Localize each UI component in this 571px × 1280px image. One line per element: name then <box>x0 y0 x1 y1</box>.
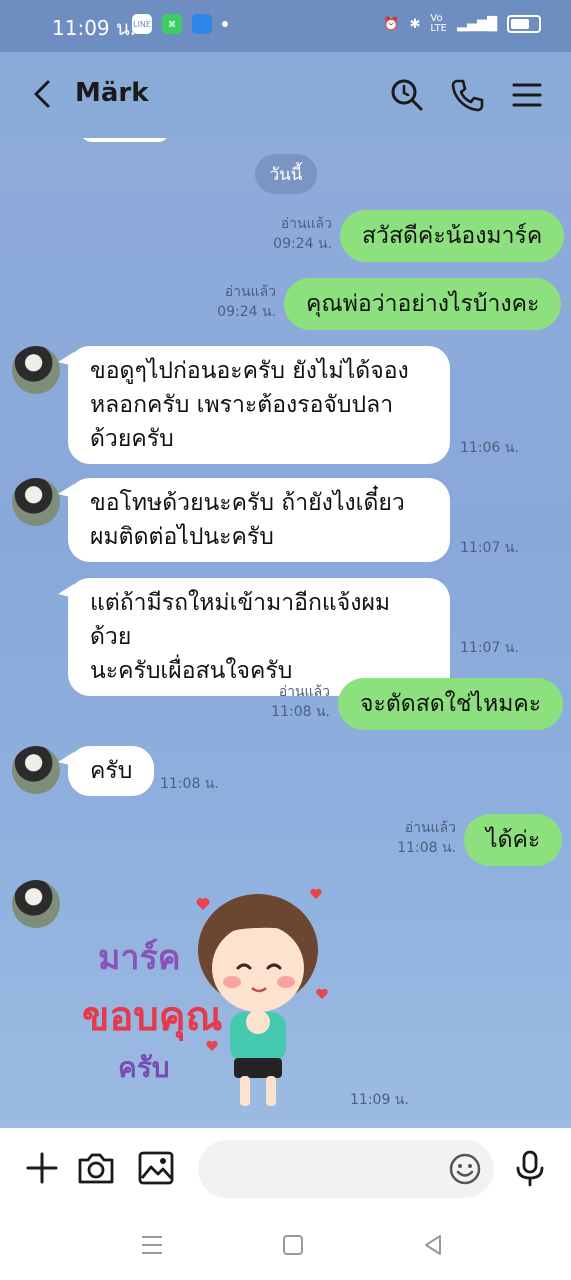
message-meta: อ่านแล้ว 11:08 น. <box>248 682 330 722</box>
back-icon[interactable] <box>24 74 64 114</box>
message-meta: อ่านแล้ว 09:24 น. <box>194 282 276 322</box>
avatar[interactable] <box>12 746 60 794</box>
chat-header: Märk <box>0 52 571 138</box>
message-input-bar <box>0 1128 571 1208</box>
message-text-line: ครับ <box>90 758 133 784</box>
battery-icon <box>507 15 541 33</box>
message-text-line: ด้วยครับ <box>90 426 174 452</box>
previous-message-bubble <box>80 138 170 142</box>
status-bar: 11:09 น. LINE ⌘ ⏰ ✱ Vo LTE ▂▄▆█ <box>0 0 571 52</box>
incoming-message[interactable]: ครับ <box>57 746 155 796</box>
chat-area[interactable]: วันนี้ อ่านแล้ว 09:24 น. สวัสดีค่ะน้องมา… <box>0 138 571 1128</box>
message-time: 11:08 น. <box>160 776 219 792</box>
message-text-line: ขอโทษด้วยนะครับ ถ้ายังไงเดี๋ยว <box>90 490 405 516</box>
camera-icon[interactable] <box>74 1146 118 1190</box>
message-text: คุณพ่อว่าอย่างไรบ้างคะ <box>306 291 540 317</box>
emoji-icon[interactable] <box>448 1152 482 1186</box>
line-app-icon: LINE <box>132 14 152 34</box>
message-text: สวัสดีค่ะน้องมาร์ค <box>362 223 543 249</box>
mic-icon[interactable] <box>508 1146 552 1190</box>
sticker-text-polite: ครับ <box>118 1051 170 1084</box>
sticker-boy-illustration <box>196 888 328 1106</box>
message-time: 11:06 น. <box>460 440 519 456</box>
recent-apps-icon[interactable] <box>137 1230 167 1260</box>
message-text-line: ขอดูๆไปก่อนอะครับ ยังไม่ได้จอง <box>90 358 409 384</box>
message-text-line: ผมติดต่อไปนะครับ <box>90 524 274 550</box>
outgoing-message[interactable]: คุณพ่อว่าอย่างไรบ้างคะ <box>284 278 562 330</box>
outgoing-message[interactable]: ได้ค่ะ <box>464 814 563 866</box>
message-input[interactable] <box>198 1140 494 1198</box>
message-time: 09:24 น. <box>273 236 332 252</box>
read-receipt: อ่านแล้ว <box>278 684 330 700</box>
outgoing-message[interactable]: สวัสดีค่ะน้องมาร์ค <box>340 210 565 262</box>
read-receipt: อ่านแล้ว <box>404 820 456 836</box>
avatar[interactable] <box>12 346 60 394</box>
outgoing-message[interactable]: จะตัดสดใช่ไหมคะ <box>338 678 564 730</box>
contact-name: Märk <box>75 78 149 108</box>
message-time: 11:07 น. <box>460 540 519 556</box>
incoming-message[interactable]: ขอโทษด้วยนะครับ ถ้ายังไงเดี๋ยว ผมติดต่อไ… <box>58 478 450 562</box>
plus-icon[interactable] <box>20 1146 64 1190</box>
call-icon[interactable] <box>448 76 486 114</box>
message-time: 11:09 น. <box>350 1092 409 1108</box>
menu-icon[interactable] <box>508 76 546 114</box>
app-icon: ⌘ <box>162 14 182 34</box>
signal-4g-icon: ▂▄▆█ <box>457 16 497 32</box>
avatar[interactable] <box>12 478 60 526</box>
image-icon[interactable] <box>134 1146 178 1190</box>
message-time: 11:08 น. <box>397 840 456 856</box>
message-text: จะตัดสดใช่ไหมคะ <box>360 691 542 717</box>
volte-icon: Vo LTE <box>430 13 447 34</box>
message-time: 11:08 น. <box>271 704 330 720</box>
sticker-text-name: มาร์ค <box>98 938 181 978</box>
message-text-line: แต่ถ้ามีรถใหม่เข้ามาอีกแจ้งผมด้วย <box>90 590 391 650</box>
sticker-message[interactable]: มาร์ค ขอบคุณ ครับ <box>70 876 340 1116</box>
back-nav-icon[interactable] <box>418 1230 448 1260</box>
message-meta: อ่านแล้ว 11:08 น. <box>374 818 456 858</box>
system-nav-bar <box>0 1208 571 1280</box>
avatar[interactable] <box>12 880 60 928</box>
read-receipt: อ่านแล้ว <box>280 216 332 232</box>
dot-icon <box>222 21 228 27</box>
home-icon[interactable] <box>278 1230 308 1260</box>
message-text-line: หลอกครับ เพราะต้องรอจับปลา <box>90 392 394 418</box>
bluetooth-icon: ✱ <box>409 16 421 32</box>
message-meta: อ่านแล้ว 09:24 น. <box>250 214 332 254</box>
status-time: 11:09 น. <box>52 16 137 40</box>
message-time: 11:07 น. <box>460 640 519 656</box>
message-time: 09:24 น. <box>217 304 276 320</box>
date-divider: วันนี้ <box>255 154 317 194</box>
alarm-icon: ⏰ <box>383 16 400 32</box>
app-icon <box>192 14 212 34</box>
message-text: ได้ค่ะ <box>486 827 541 853</box>
read-receipt: อ่านแล้ว <box>224 284 276 300</box>
incoming-message[interactable]: ขอดูๆไปก่อนอะครับ ยังไม่ได้จอง หลอกครับ … <box>58 346 450 464</box>
search-icon[interactable] <box>388 76 426 114</box>
